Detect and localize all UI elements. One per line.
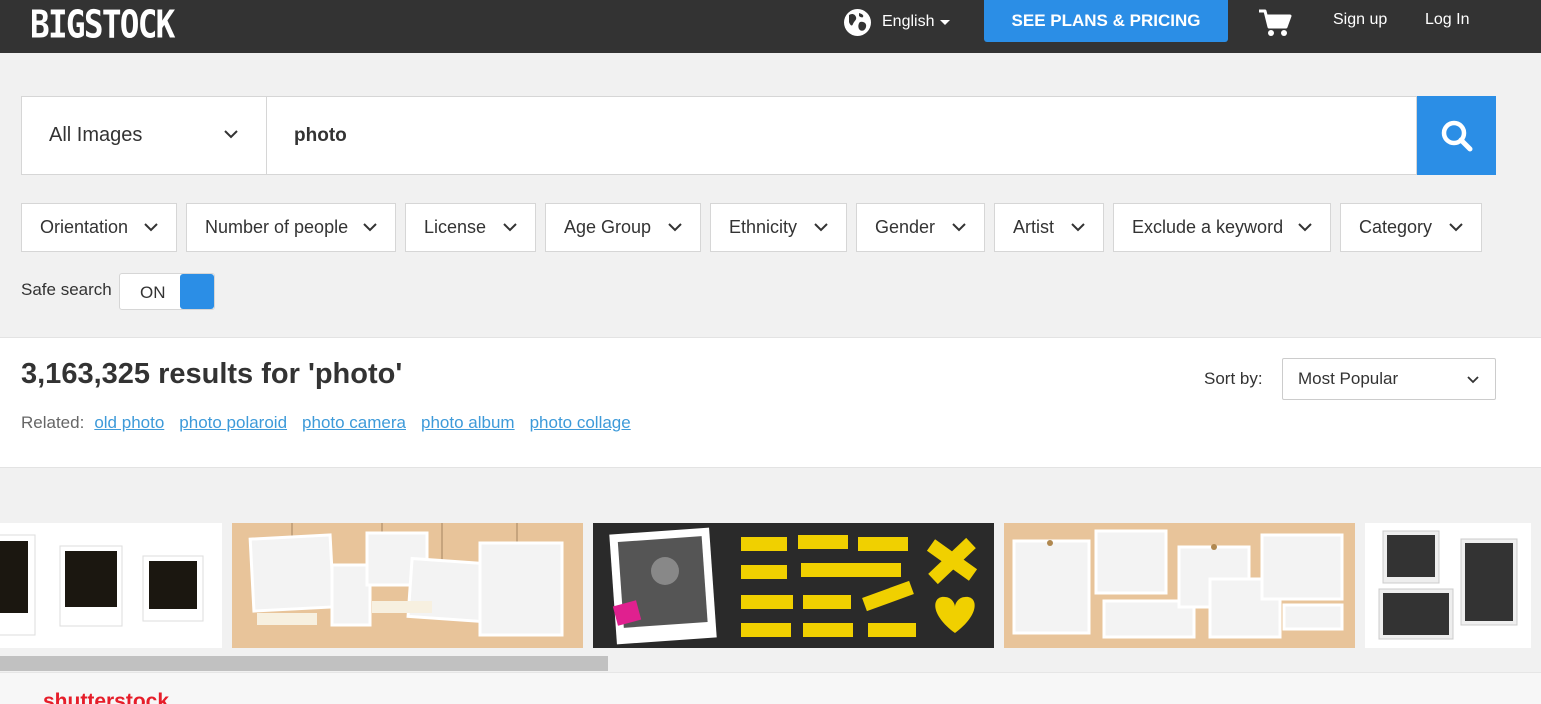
- chevron-down-icon: [1449, 223, 1463, 232]
- chevron-down-icon: [1467, 376, 1479, 384]
- login-link[interactable]: Log In: [1425, 11, 1469, 29]
- result-thumbnail[interactable]: [593, 523, 994, 648]
- filter-label: Orientation: [40, 217, 129, 237]
- search-bar: All Images: [21, 96, 1496, 175]
- related-link[interactable]: old photo: [94, 413, 164, 433]
- image-results-strip: [0, 523, 1541, 648]
- filter-label: Exclude a keyword: [1132, 217, 1284, 237]
- related-link[interactable]: photo polaroid: [179, 413, 287, 433]
- results-panel: 3,163,325 results for 'photo' Related: o…: [0, 337, 1541, 468]
- shopping-cart-icon[interactable]: [1258, 8, 1292, 38]
- filter-label: Age Group: [564, 217, 652, 237]
- related-link[interactable]: photo collage: [530, 413, 631, 433]
- globe-icon: [844, 8, 871, 36]
- filter-category[interactable]: Category: [1340, 203, 1482, 252]
- chevron-down-icon: [814, 223, 828, 232]
- result-thumbnail[interactable]: [0, 523, 222, 648]
- filter-label: Ethnicity: [729, 217, 798, 237]
- image-type-select[interactable]: All Images: [21, 96, 267, 175]
- filter-label: Gender: [875, 217, 936, 237]
- scrollbar-thumb[interactable]: [0, 656, 608, 671]
- related-link[interactable]: photo camera: [302, 413, 406, 433]
- filter-license[interactable]: License: [405, 203, 536, 252]
- filter-ethnicity[interactable]: Ethnicity: [710, 203, 847, 252]
- chevron-down-icon: [1298, 223, 1312, 232]
- search-input[interactable]: [266, 96, 1417, 175]
- chevron-down-icon: [668, 223, 682, 232]
- result-thumbnail[interactable]: [1004, 523, 1355, 648]
- search-icon: [1441, 120, 1472, 151]
- chevron-down-icon: [1071, 223, 1085, 232]
- chevron-down-icon: [952, 223, 966, 232]
- safe-search-toggle[interactable]: ON: [119, 273, 215, 310]
- filter-number-of-people[interactable]: Number of people: [186, 203, 396, 252]
- sort-value: Most Popular: [1298, 369, 1399, 388]
- signup-link[interactable]: Sign up: [1333, 11, 1387, 29]
- related-label: Related:: [21, 413, 85, 432]
- filter-label: Category: [1359, 217, 1433, 237]
- language-label: English: [882, 13, 935, 30]
- partner-section: [0, 672, 1541, 704]
- related-searches: Related: old photo photo polaroid photo …: [21, 413, 646, 433]
- shutterstock-logo[interactable]: shutterstock: [43, 690, 169, 704]
- filter-label: Artist: [1013, 217, 1055, 237]
- related-link[interactable]: photo album: [421, 413, 515, 433]
- filter-label: License: [424, 217, 487, 237]
- sort-label: Sort by:: [1204, 369, 1263, 388]
- top-navbar: BIGSTOCK™ English SEE PLANS & PRICING Si…: [0, 0, 1541, 53]
- image-type-value: All Images: [49, 124, 143, 146]
- filter-artist[interactable]: Artist: [994, 203, 1104, 252]
- chevron-down-icon: [224, 130, 238, 139]
- result-thumbnail[interactable]: [1365, 523, 1531, 648]
- chevron-down-icon: [363, 223, 377, 232]
- safe-search-label: Safe search: [21, 280, 112, 299]
- toggle-knob: [180, 274, 214, 309]
- chevron-down-icon: [144, 223, 158, 232]
- chevron-down-icon: [503, 223, 517, 232]
- safe-search-state: ON: [140, 283, 166, 302]
- results-heading: 3,163,325 results for 'photo': [21, 358, 403, 390]
- filter-exclude-keyword[interactable]: Exclude a keyword: [1113, 203, 1331, 252]
- filter-gender[interactable]: Gender: [856, 203, 985, 252]
- filter-label: Number of people: [205, 217, 349, 237]
- filter-orientation[interactable]: Orientation: [21, 203, 177, 252]
- filter-age-group[interactable]: Age Group: [545, 203, 701, 252]
- sort-select[interactable]: Most Popular: [1282, 358, 1496, 400]
- search-button[interactable]: [1417, 96, 1496, 175]
- caret-down-icon: [940, 19, 951, 25]
- language-selector[interactable]: English: [843, 8, 951, 36]
- see-plans-pricing-button[interactable]: SEE PLANS & PRICING: [984, 0, 1228, 42]
- result-thumbnail[interactable]: [232, 523, 583, 648]
- bigstock-logo[interactable]: BIGSTOCK™: [30, 0, 178, 45]
